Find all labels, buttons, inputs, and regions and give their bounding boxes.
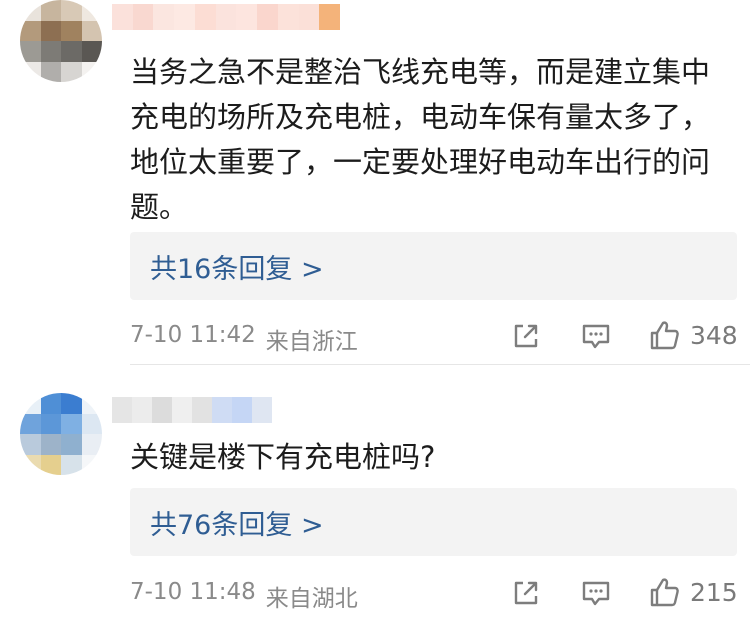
comment-location: 来自湖北 (265, 586, 358, 612)
share-icon (514, 324, 538, 348)
comment-item: 关键是楼下有充电桩吗? 共76条回复 > 7-10 11:48 来自湖北 215 (0, 365, 750, 620)
comment-text: 关键是楼下有充电桩吗? (130, 440, 436, 474)
avatar[interactable] (20, 393, 102, 475)
username-blurred[interactable] (112, 4, 340, 30)
like-button[interactable]: 348 (648, 318, 738, 352)
comment-icon (582, 324, 610, 349)
view-replies-button[interactable]: 共16条回复 > (130, 232, 737, 300)
like-button[interactable]: 215 (648, 575, 738, 609)
share-button[interactable] (510, 577, 542, 609)
like-count: 215 (690, 577, 738, 607)
username-blurred[interactable] (112, 397, 272, 423)
comment-meta: 7-10 11:42 来自浙江 (130, 322, 358, 356)
reply-button[interactable] (580, 320, 612, 352)
thumbs-up-icon (650, 321, 679, 350)
comment-meta: 7-10 11:48 来自湖北 (130, 579, 358, 613)
comment-timestamp: 7-10 11:48 (130, 579, 256, 605)
share-icon (514, 581, 538, 605)
thumbs-up-icon (650, 578, 679, 607)
comment-item: 当务之急不是整治飞线充电等，而是建立集中充电的场所及充电桩，电动车保有量太多了，… (0, 0, 750, 365)
reply-button[interactable] (580, 577, 612, 609)
view-replies-label: 共76条回复 > (150, 509, 324, 541)
view-replies-label: 共16条回复 > (150, 253, 324, 285)
comment-text: 当务之急不是整治飞线充电等，而是建立集中充电的场所及充电桩，电动车保有量太多了，… (130, 55, 711, 224)
share-button[interactable] (510, 320, 542, 352)
comment-icon (582, 581, 610, 606)
comment-location: 来自浙江 (265, 329, 358, 355)
comment-timestamp: 7-10 11:42 (130, 322, 256, 348)
avatar[interactable] (20, 0, 102, 82)
like-count: 348 (690, 320, 738, 350)
view-replies-button[interactable]: 共76条回复 > (130, 488, 737, 556)
